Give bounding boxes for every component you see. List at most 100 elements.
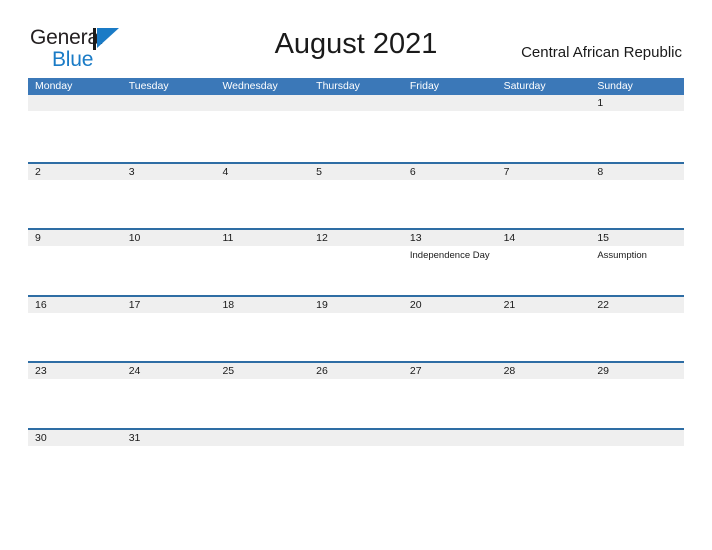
- day-number: 7: [496, 163, 591, 180]
- calendar-week-row: 16 17 18 19 20 21 22: [28, 294, 685, 362]
- calendar-day-cell[interactable]: 25: [215, 363, 310, 428]
- day-number: [402, 429, 497, 446]
- calendar-day-cell[interactable]: 12: [309, 230, 403, 295]
- calendar-day-cell-empty: [496, 429, 591, 495]
- calendar-day-cell[interactable]: 18: [215, 296, 310, 362]
- day-number: 16: [28, 296, 122, 313]
- calendar-day-cell[interactable]: 10: [121, 230, 216, 295]
- calendar-day-cell[interactable]: 27: [402, 363, 497, 428]
- calendar-day-cell[interactable]: 7: [496, 163, 591, 229]
- day-number: [402, 95, 497, 111]
- day-number: 30: [28, 429, 122, 446]
- calendar-day-cell-empty: [402, 429, 497, 495]
- day-number: 20: [402, 296, 497, 313]
- calendar-week-row: 9 10 11 12 13 Independence Day 14 15 Assumption: [28, 228, 685, 295]
- day-number: 11: [215, 230, 310, 247]
- calendar-day-cell[interactable]: 5: [309, 163, 403, 229]
- calendar-week-row: 30 31: [28, 427, 685, 495]
- calendar-weeks: 1 2 3 4 5 6 7 8 9 10 11 12 13 Independence Day 14 15 Ass…: [28, 95, 685, 495]
- day-number: [215, 429, 310, 446]
- calendar-day-cell[interactable]: 8: [590, 163, 685, 229]
- day-number: 25: [215, 363, 310, 380]
- calendar-week-row: 1: [28, 95, 685, 162]
- day-number: 26: [309, 363, 403, 380]
- weekday-header-saturday: Saturday: [503, 80, 546, 92]
- calendar-day-cell[interactable]: 15 Assumption: [590, 230, 685, 295]
- day-number: 2: [28, 163, 122, 180]
- calendar-day-cell[interactable]: 6: [402, 163, 497, 229]
- day-number: 12: [309, 230, 403, 247]
- day-number: 9: [28, 230, 122, 247]
- day-number: 18: [215, 296, 310, 313]
- day-number: 28: [496, 363, 591, 380]
- calendar-day-cell[interactable]: 26: [309, 363, 403, 428]
- calendar-day-cell[interactable]: 1: [590, 95, 685, 162]
- day-number: 10: [121, 230, 216, 247]
- day-number: 19: [309, 296, 403, 313]
- calendar-day-cell[interactable]: 21: [496, 296, 591, 362]
- day-number: [496, 429, 591, 446]
- calendar-day-cell[interactable]: 20: [402, 296, 497, 362]
- calendar-day-cell[interactable]: 19: [309, 296, 403, 362]
- day-number: 17: [121, 296, 216, 313]
- day-number: [121, 95, 216, 111]
- weekday-header-wednesday: Wednesday: [222, 80, 278, 92]
- day-number: [28, 95, 122, 111]
- day-number: 22: [590, 296, 685, 313]
- calendar-day-cell[interactable]: 16: [28, 296, 122, 362]
- calendar-day-cell-empty: [215, 429, 310, 495]
- weekday-header-sunday: Sunday: [597, 80, 633, 92]
- holiday-label: Assumption: [597, 250, 647, 262]
- day-number: 27: [402, 363, 497, 380]
- calendar-grid: Monday Tuesday Wednesday Thursday Friday…: [28, 78, 685, 495]
- page-header: General Blue August 2021 Central African…: [0, 0, 712, 76]
- day-number: 5: [309, 163, 403, 180]
- holiday-label: Independence Day: [409, 250, 490, 262]
- day-number: 21: [496, 296, 591, 313]
- calendar-day-cell[interactable]: 3: [121, 163, 216, 229]
- calendar-day-cell[interactable]: 13 Independence Day: [402, 230, 497, 295]
- calendar-day-cell-empty: [496, 95, 591, 162]
- calendar-day-cell[interactable]: 28: [496, 363, 591, 428]
- day-number: [496, 95, 591, 111]
- day-number: 29: [590, 363, 685, 380]
- day-number: [309, 95, 403, 111]
- calendar-week-row: 2345678: [28, 161, 685, 229]
- weekday-header-thursday: Thursday: [316, 80, 360, 92]
- calendar-day-cell[interactable]: 2: [28, 163, 122, 229]
- calendar-day-cell[interactable]: 11: [215, 230, 310, 295]
- calendar-day-cell-empty: [309, 429, 403, 495]
- country-label: Central African Republic: [521, 44, 682, 61]
- day-number: 15: [590, 230, 685, 247]
- day-number: 24: [121, 363, 216, 380]
- calendar-day-cell-empty: [28, 95, 122, 162]
- calendar-day-cell[interactable]: 9: [28, 230, 122, 295]
- calendar-day-cell-empty: [309, 95, 403, 162]
- day-number: 1: [590, 95, 685, 111]
- calendar-day-cell[interactable]: 29: [590, 363, 685, 428]
- day-number: [590, 429, 685, 446]
- day-number: 14: [496, 230, 591, 247]
- calendar-day-cell-empty: [590, 429, 685, 495]
- calendar-day-cell[interactable]: 24: [121, 363, 216, 428]
- calendar-day-cell[interactable]: 17: [121, 296, 216, 362]
- day-number: 3: [121, 163, 216, 180]
- weekday-header-monday: Monday: [35, 80, 73, 92]
- calendar-day-cell-empty: [121, 95, 216, 162]
- day-number: 8: [590, 163, 685, 180]
- day-number: [215, 95, 310, 111]
- calendar-day-cell-empty: [215, 95, 310, 162]
- calendar-week-row: 23 24 25 26 27 28 29: [28, 361, 685, 428]
- day-number: 31: [121, 429, 216, 446]
- calendar-day-cell[interactable]: 23: [28, 363, 122, 428]
- calendar-day-cell[interactable]: 4: [215, 163, 310, 229]
- weekday-header-row: Monday Tuesday Wednesday Thursday Friday…: [28, 78, 684, 95]
- calendar-day-cell[interactable]: 14: [496, 230, 591, 295]
- calendar-day-cell[interactable]: 31: [121, 429, 216, 495]
- calendar-day-cell-empty: [402, 95, 497, 162]
- day-number: 13: [402, 230, 497, 247]
- day-number: [309, 429, 403, 446]
- weekday-header-friday: Friday: [409, 80, 440, 92]
- calendar-day-cell[interactable]: 30: [28, 429, 122, 495]
- calendar-day-cell[interactable]: 22: [590, 296, 685, 362]
